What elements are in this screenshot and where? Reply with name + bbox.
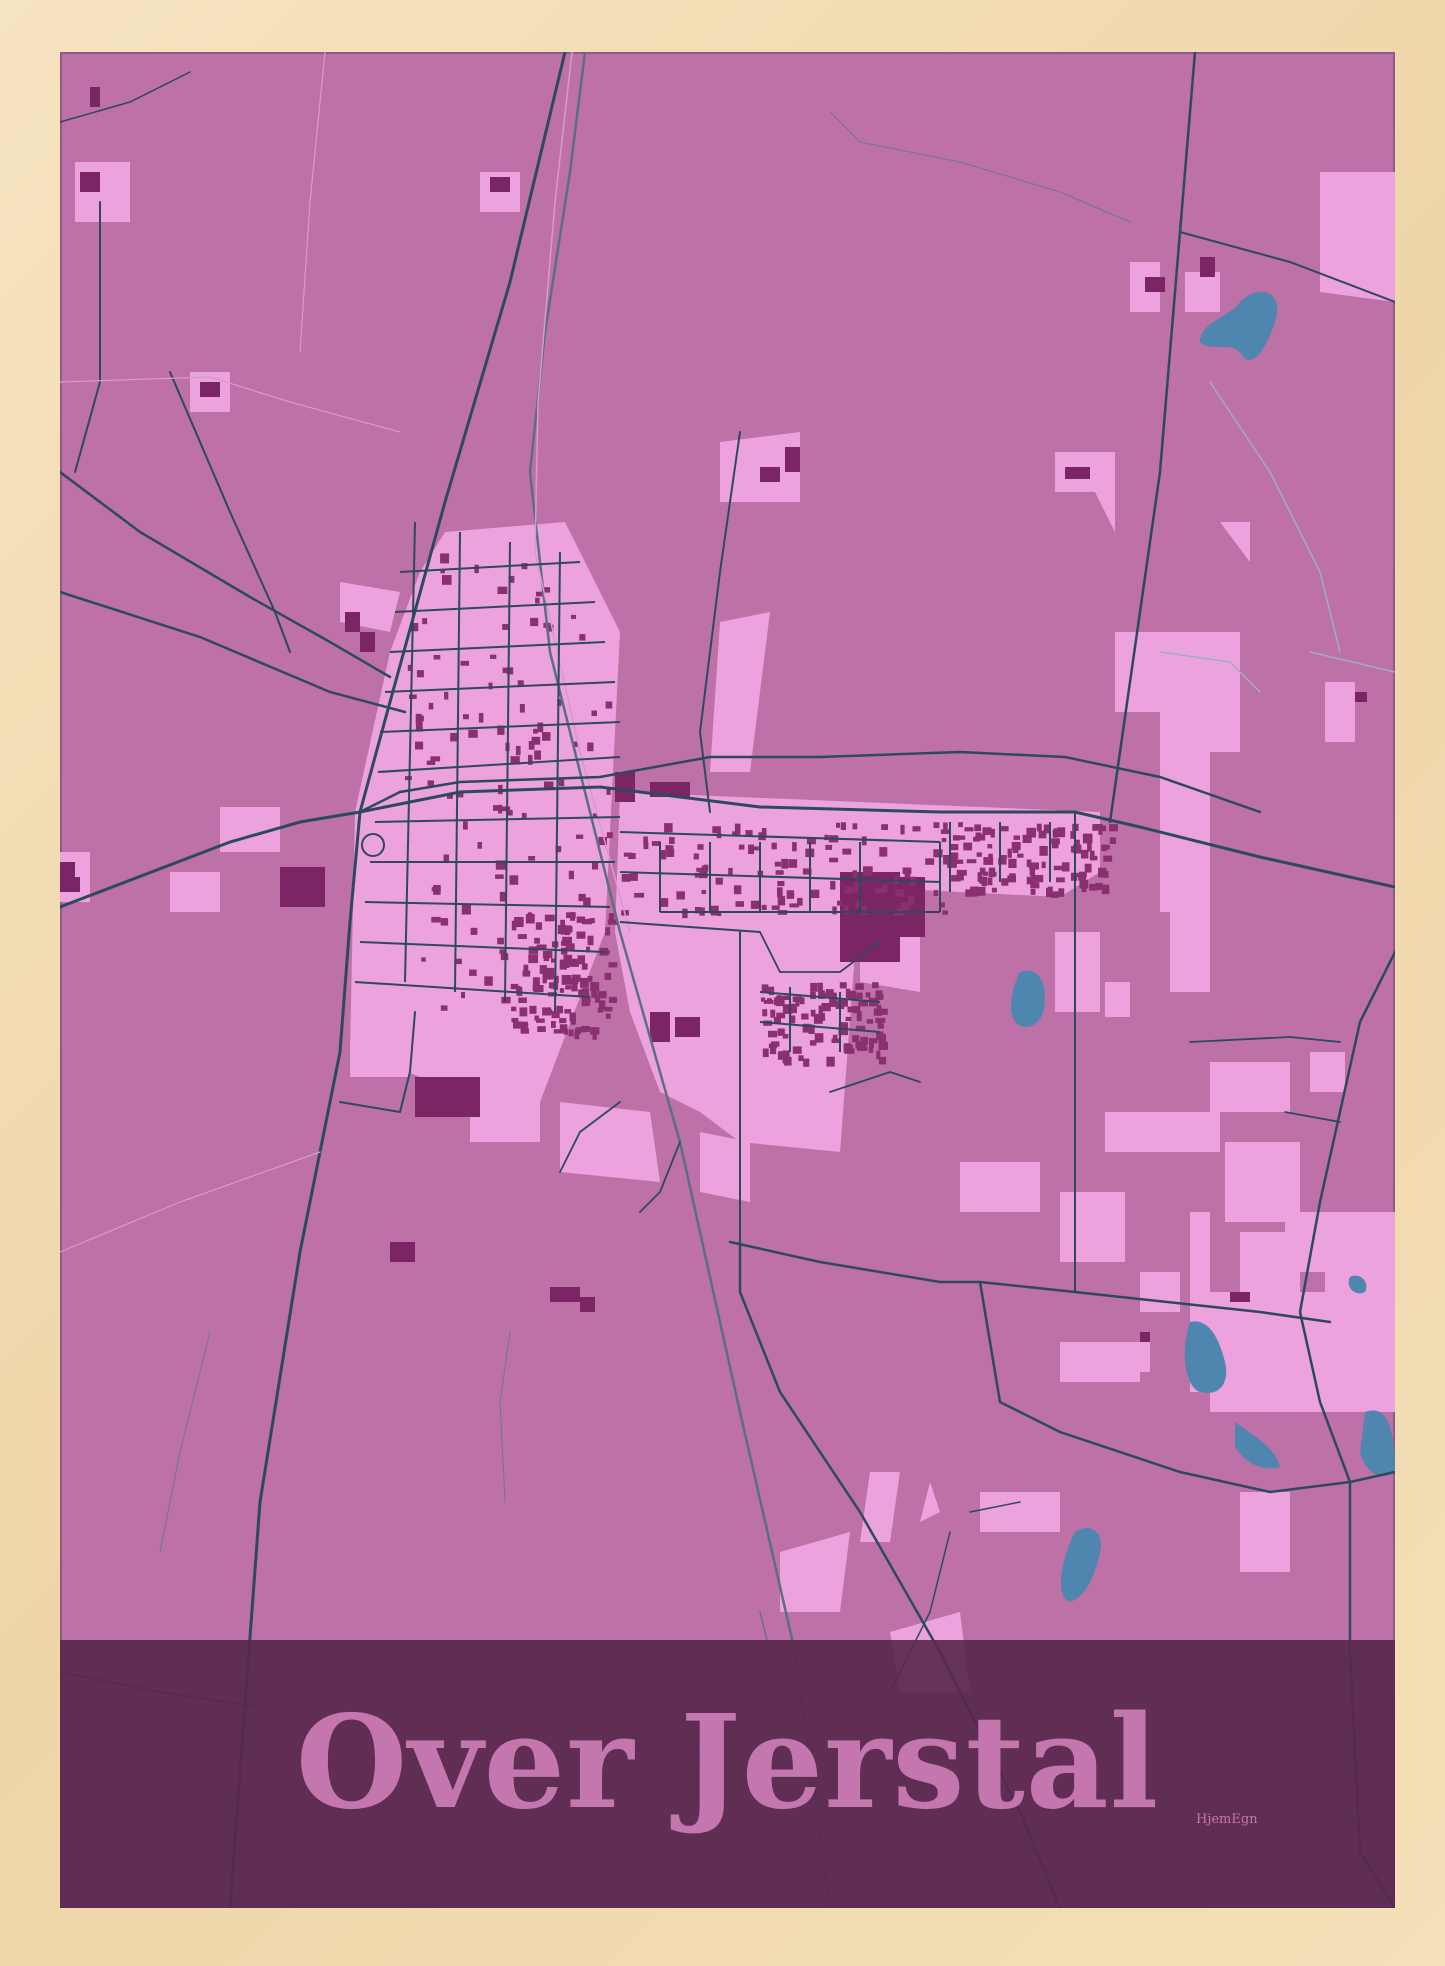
place-name-title: Over Jerstal [295, 1688, 1160, 1838]
brand-mark: HjemEgn [1196, 1812, 1258, 1827]
map-poster: Over Jerstal HjemEgn [60, 52, 1395, 1908]
town-map [60, 52, 1395, 1908]
roundabout [361, 833, 385, 857]
settlement-areas [60, 162, 1395, 1692]
poster-frame: Over Jerstal HjemEgn [0, 0, 1445, 1966]
